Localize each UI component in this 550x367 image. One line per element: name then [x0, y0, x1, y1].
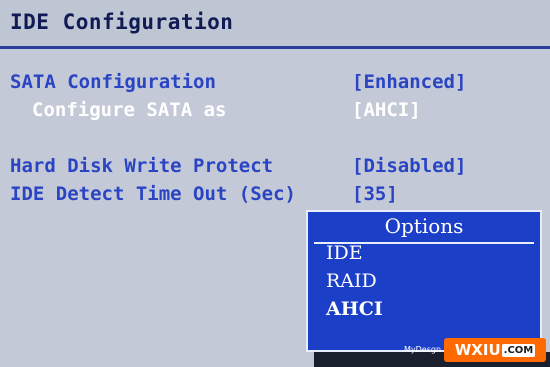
setting-row-configure-sata-as[interactable]: Configure SATA as [AHCI]: [0, 99, 550, 125]
options-popup: Options IDE RAID AHCI: [306, 210, 542, 352]
option-ahci[interactable]: AHCI: [326, 298, 383, 320]
option-ide[interactable]: IDE: [326, 242, 363, 264]
page-title: IDE Configuration: [10, 10, 234, 34]
popup-title: Options: [384, 214, 464, 238]
watermark-logo: WXIU .COM: [444, 338, 546, 362]
setting-row-sata-configuration[interactable]: SATA Configuration [Enhanced]: [0, 71, 550, 97]
setting-row-hard-disk-write-protect[interactable]: Hard Disk Write Protect [Disabled]: [0, 155, 550, 181]
setting-label: Hard Disk Write Protect: [10, 155, 274, 177]
setting-label: Configure SATA as: [32, 99, 227, 121]
setting-label: SATA Configuration: [10, 71, 216, 93]
watermark-domain: .COM: [501, 343, 536, 357]
watermark-credit: MyDesgn: [404, 345, 442, 354]
title-bar: IDE Configuration: [0, 0, 550, 46]
title-divider: [0, 46, 550, 49]
setting-label: IDE Detect Time Out (Sec): [10, 183, 296, 205]
watermark-brand: WXIU: [454, 341, 501, 359]
setting-value[interactable]: [35]: [352, 183, 398, 205]
setting-value[interactable]: [Disabled]: [352, 155, 466, 177]
option-raid[interactable]: RAID: [326, 270, 377, 292]
setting-row-ide-detect-timeout[interactable]: IDE Detect Time Out (Sec) [35]: [0, 183, 550, 209]
setting-value[interactable]: [AHCI]: [352, 99, 421, 121]
setting-value[interactable]: [Enhanced]: [352, 71, 466, 93]
